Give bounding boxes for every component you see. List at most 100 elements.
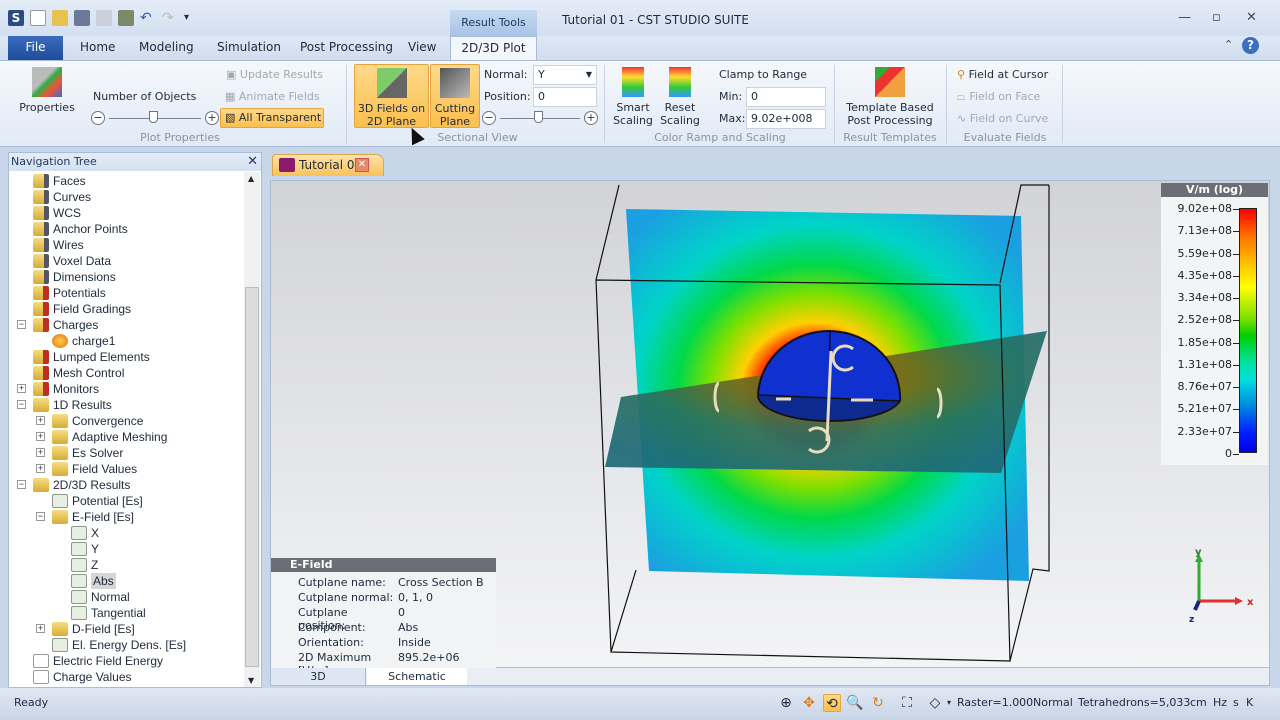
scroll-down-icon[interactable]: ▼ (248, 676, 254, 685)
tree-item[interactable]: Potentials (33, 285, 106, 301)
template-based-post-processing-button[interactable]: Template Based Post Processing (842, 67, 938, 127)
tree-item[interactable]: − 2D/3D Results (17, 477, 130, 493)
tree-item[interactable]: Anchor Points (33, 221, 128, 237)
fit-view-icon[interactable]: ⛶ (898, 694, 916, 712)
tree-item[interactable]: Field Gradings (33, 301, 131, 317)
tree-item[interactable]: Electric Field Energy (33, 653, 163, 669)
tree-item[interactable]: Tangential (71, 605, 146, 621)
tree-item[interactable]: Lumped Elements (33, 349, 150, 365)
close-window-icon[interactable]: ✕ (1246, 10, 1257, 25)
scroll-up-icon[interactable]: ▲ (248, 174, 254, 183)
properties-button[interactable]: Properties (18, 67, 76, 114)
tab-schematic[interactable]: Schematic (367, 668, 467, 685)
open-folder-icon[interactable] (52, 10, 68, 26)
update-results-button[interactable]: ▣ Update Results (226, 68, 323, 81)
collapse-ribbon-icon[interactable]: ⌃ (1224, 38, 1233, 51)
tree-item[interactable]: − Charges (17, 317, 98, 333)
slider-thumb[interactable] (149, 111, 158, 123)
position-input[interactable]: 0 (533, 87, 597, 107)
expand-icon[interactable]: + (36, 416, 45, 425)
pan-icon[interactable]: ✥ (800, 694, 818, 712)
zoom-region-icon[interactable]: ⊕ (777, 694, 795, 712)
undo-icon[interactable]: ↶ (140, 10, 156, 26)
decrease-icon[interactable]: − (91, 111, 105, 125)
tree-item[interactable]: Voxel Data (33, 253, 111, 269)
tree-item[interactable]: Wires (33, 237, 84, 253)
expand-icon[interactable]: + (36, 448, 45, 457)
tree-item[interactable]: Abs (71, 573, 116, 589)
tree-item[interactable]: WCS (33, 205, 81, 221)
slider-thumb[interactable] (534, 111, 543, 123)
expand-icon[interactable]: + (36, 464, 45, 473)
tree-item[interactable]: + Convergence (36, 413, 143, 429)
unit-temperature[interactable]: K (1246, 696, 1253, 709)
decrease-icon[interactable]: − (482, 111, 496, 125)
tree-item[interactable]: + Es Solver (36, 445, 123, 461)
increase-icon[interactable]: + (584, 111, 598, 125)
document-tab-tutorial-01[interactable]: Tutorial 01 ✕ (272, 154, 384, 176)
tab-simulation[interactable]: Simulation (209, 36, 289, 60)
animate-fields-button[interactable]: ▦ Animate Fields (225, 90, 320, 103)
tree-item[interactable]: Z (71, 557, 98, 573)
rotate-icon[interactable]: ⟲ (823, 694, 841, 712)
tree-item[interactable]: + Adaptive Meshing (36, 429, 167, 445)
tree-item[interactable]: Mesh Control (33, 365, 124, 381)
tree-item[interactable]: Y (71, 541, 99, 557)
app-logo-icon[interactable]: S (8, 10, 24, 26)
cutting-plane-button[interactable]: Cutting Plane (430, 64, 480, 128)
tab-post-processing[interactable]: Post Processing (292, 36, 401, 60)
reset-scaling-button[interactable]: Reset Scaling (658, 67, 702, 127)
all-transparent-button[interactable]: ▧ All Transparent (220, 108, 324, 128)
tab-view[interactable]: View (400, 36, 444, 60)
expand-icon[interactable]: + (36, 432, 45, 441)
tree-item[interactable]: charge1 (52, 333, 115, 349)
chevron-down-icon[interactable]: ▾ (940, 694, 958, 712)
smart-scaling-button[interactable]: Smart Scaling (612, 67, 654, 127)
tree-item[interactable]: Potential [Es] (52, 493, 143, 509)
min-input[interactable]: 0 (746, 87, 826, 107)
tree-item[interactable]: + Monitors (17, 381, 99, 397)
collapse-icon[interactable]: − (17, 480, 26, 489)
position-slider[interactable]: − + (482, 111, 598, 125)
unit-frequency[interactable]: Hz (1213, 696, 1227, 709)
max-input[interactable]: 9.02e+008 (746, 109, 826, 129)
tree-item[interactable]: Dimensions (33, 269, 116, 285)
collapse-icon[interactable]: − (17, 320, 26, 329)
help-icon[interactable]: ? (1242, 37, 1259, 54)
field-on-curve-button[interactable]: ∿ Field on Curve (957, 112, 1048, 125)
normal-select[interactable]: Y ▼ (533, 65, 597, 85)
tree-item[interactable]: + Field Values (36, 461, 137, 477)
unit-length[interactable]: cm (1190, 696, 1207, 709)
new-file-icon[interactable] (30, 10, 46, 26)
scrollbar-thumb[interactable] (245, 287, 259, 667)
3d-fields-on-2d-plane-button[interactable]: 3D Fields on 2D Plane (354, 64, 429, 128)
tree-scrollbar[interactable]: ▲ ▼ (244, 172, 260, 687)
field-at-cursor-button[interactable]: ⚲ Field at Cursor (957, 68, 1048, 81)
number-of-objects-slider[interactable]: − + (91, 111, 219, 125)
collapse-icon[interactable]: − (36, 512, 45, 521)
tree-item[interactable]: Normal (71, 589, 130, 605)
expand-icon[interactable]: + (36, 624, 45, 633)
spin-icon[interactable]: ↻ (869, 694, 887, 712)
field-on-face-button[interactable]: ⏢ Field on Face (957, 90, 1040, 104)
tab-home[interactable]: Home (72, 36, 123, 60)
tree-item[interactable]: − 1D Results (17, 397, 112, 413)
tab-2d3d-plot[interactable]: 2D/3D Plot (450, 36, 537, 60)
tree-item[interactable]: X (71, 525, 99, 541)
tree-item[interactable]: Charge Values (33, 669, 132, 685)
increase-icon[interactable]: + (205, 111, 219, 125)
copy-icon[interactable] (96, 10, 112, 26)
tab-file[interactable]: File (8, 36, 63, 60)
tree-item[interactable]: + D-Field [Es] (36, 621, 135, 637)
close-tab-icon[interactable]: ✕ (355, 158, 369, 172)
tree-item[interactable]: Curves (33, 189, 91, 205)
tab-modeling[interactable]: Modeling (131, 36, 202, 60)
save-icon[interactable] (74, 10, 90, 26)
customize-toolbar-icon[interactable]: ▾ (184, 10, 200, 26)
expand-icon[interactable]: + (17, 384, 26, 393)
zoom-icon[interactable]: 🔍 (846, 694, 864, 712)
tab-3d[interactable]: 3D (271, 668, 366, 685)
tree-item[interactable]: − E-Field [Es] (36, 509, 134, 525)
collapse-icon[interactable]: − (17, 400, 26, 409)
tree-item[interactable]: El. Energy Dens. [Es] (52, 637, 186, 653)
